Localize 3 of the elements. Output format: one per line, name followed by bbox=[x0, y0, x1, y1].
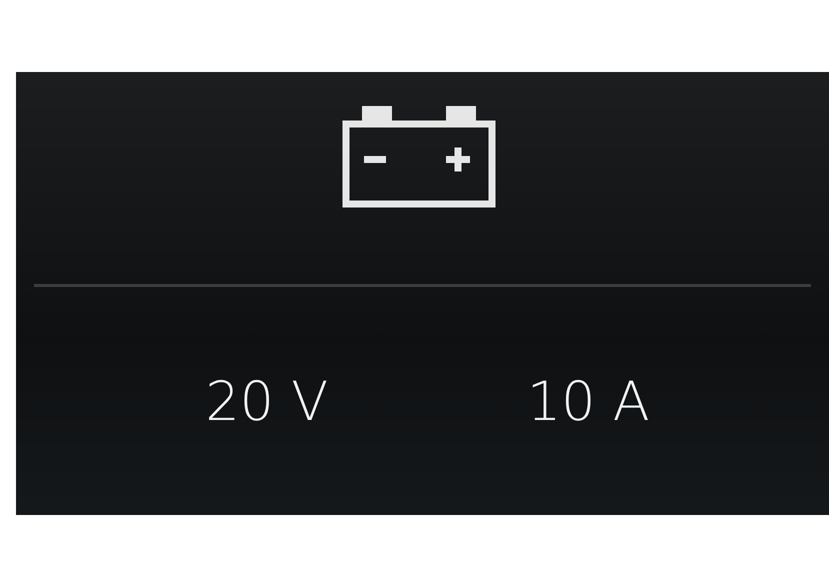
battery-icon bbox=[342, 104, 496, 208]
reading-value: 10 A bbox=[526, 370, 650, 432]
reading-value: 20 V bbox=[205, 370, 328, 432]
